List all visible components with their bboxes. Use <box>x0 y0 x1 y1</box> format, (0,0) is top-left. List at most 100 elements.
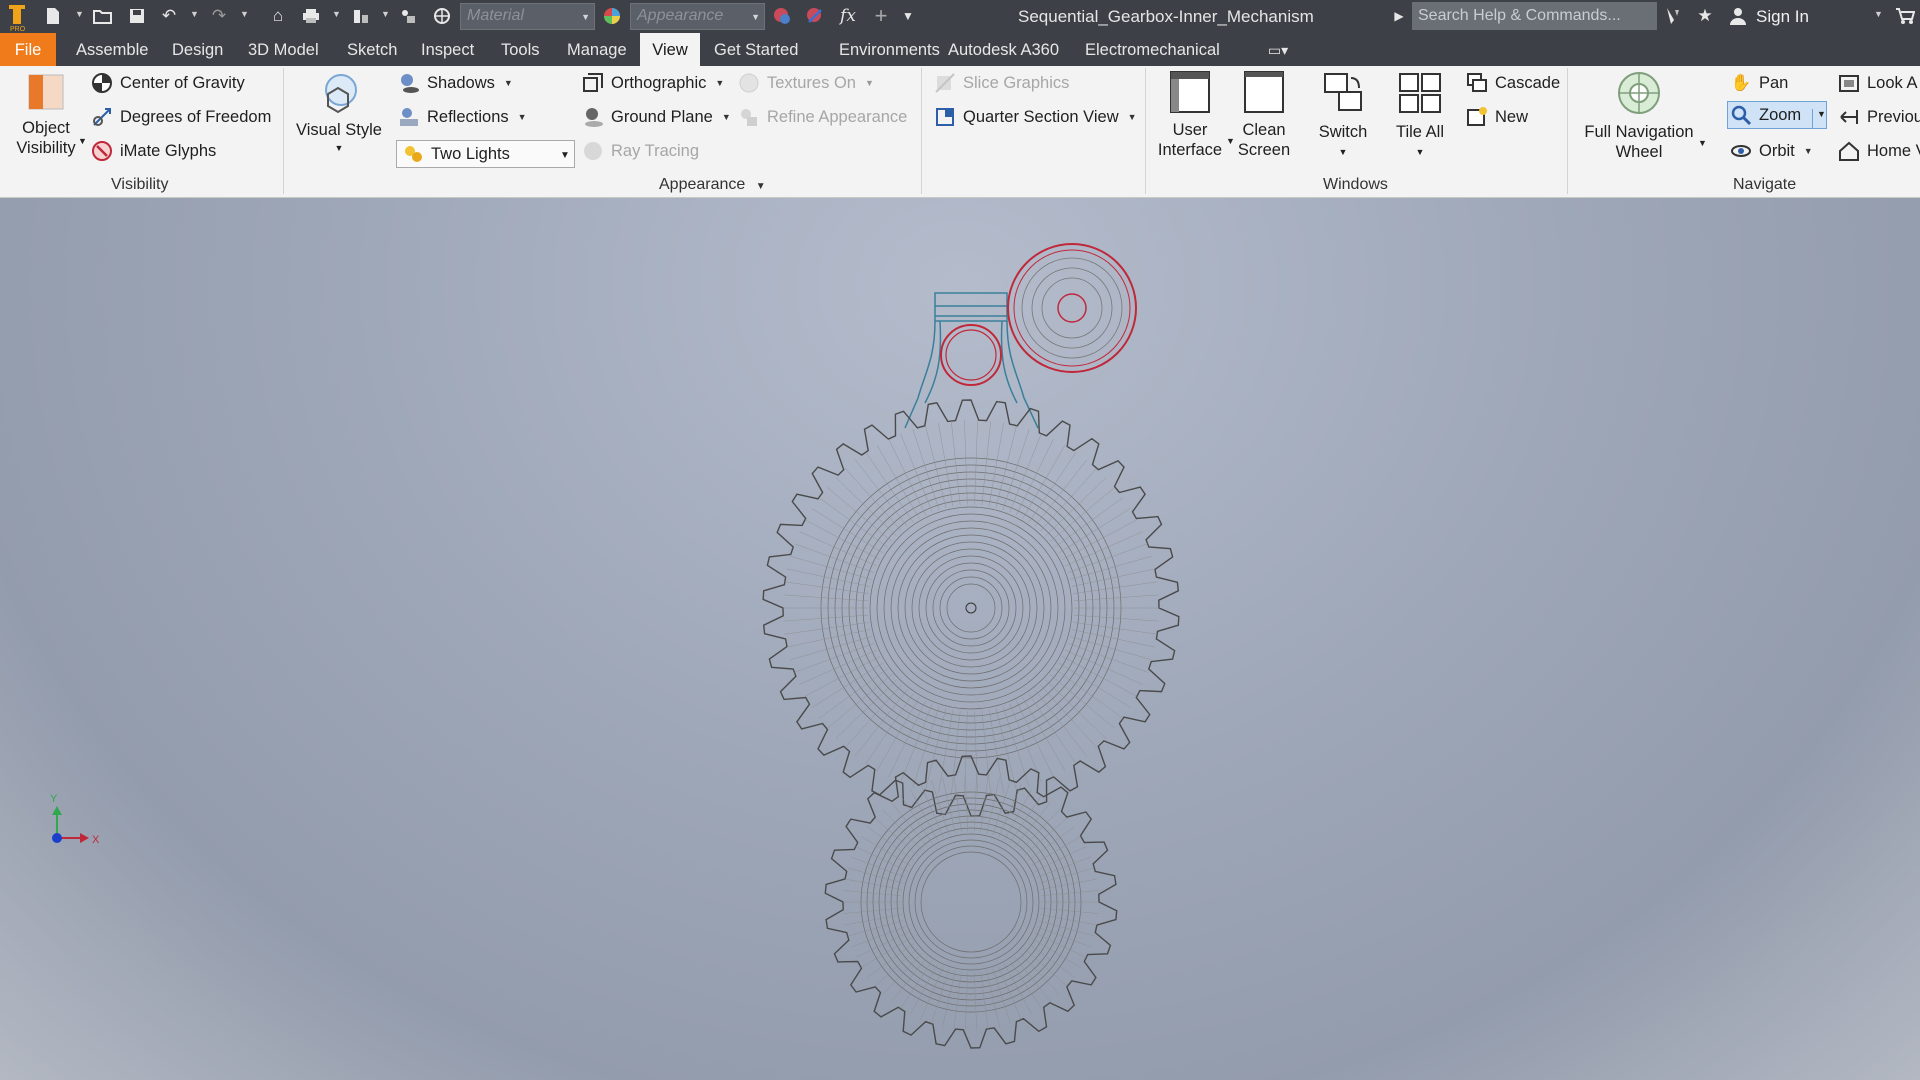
clear-appearance-icon[interactable] <box>804 5 826 27</box>
print-dropdown-chevron-icon[interactable]: ▼ <box>332 9 341 19</box>
tab-assemble[interactable]: Assemble <box>76 33 148 66</box>
reflections-chevron-down-icon[interactable]: ▼ <box>518 112 527 122</box>
material-chevron-down-icon[interactable]: ▼ <box>581 12 590 22</box>
user-interface-button[interactable]: User Interface <box>1152 70 1228 160</box>
measure-dropdown-chevron-icon[interactable]: ▼ <box>381 9 390 19</box>
tab-3d-model[interactable]: 3D Model <box>248 33 319 66</box>
material-combo[interactable]: Material ▼ <box>460 3 595 30</box>
textures-chevron-down-icon[interactable]: ▼ <box>865 78 874 88</box>
lighting-style-value[interactable]: Two Lights <box>402 141 510 167</box>
ray-tracing-button[interactable]: Ray Tracing <box>582 138 699 164</box>
zoom-chevron-down-icon[interactable]: ▼ <box>1812 109 1826 129</box>
plus-icon[interactable]: + <box>870 3 892 28</box>
new-icon[interactable] <box>42 5 64 27</box>
adjust-appearance-icon[interactable] <box>771 5 793 27</box>
cart-icon[interactable] <box>1894 5 1916 27</box>
tab-autodesk-a360[interactable]: Autodesk A360 <box>948 33 1059 66</box>
appearance-swatch-icon[interactable] <box>601 5 623 27</box>
reflections-dropdown[interactable]: Reflections ▼ <box>398 104 527 130</box>
sign-in-link[interactable]: Sign In <box>1756 7 1809 27</box>
ribbon-display-toggle-icon[interactable]: ▭▾ <box>1262 39 1294 61</box>
look-at-button[interactable]: Look A <box>1838 70 1917 96</box>
gearbox-wireframe-model[interactable]: X Y <box>0 198 1920 1080</box>
orthographic-chevron-down-icon[interactable]: ▼ <box>715 78 724 88</box>
redo-icon[interactable]: ↷ <box>208 5 230 27</box>
lower-gear-part[interactable] <box>824 755 1118 1049</box>
tab-file[interactable]: File <box>0 33 56 66</box>
appearance-chevron-down-icon[interactable]: ▼ <box>751 12 760 22</box>
lighting-chevron-down-icon[interactable]: ▼ <box>560 150 570 161</box>
orbit-button[interactable]: Orbit ▼ <box>1730 138 1813 164</box>
function-icon[interactable]: fx <box>837 5 859 27</box>
save-icon[interactable] <box>126 5 148 27</box>
cascade-button[interactable]: Cascade <box>1466 70 1560 96</box>
ground-plane-dropdown[interactable]: Ground Plane ▼ <box>582 104 731 130</box>
tab-environments[interactable]: Get Started <box>714 33 798 66</box>
tile-all-chevron-down-icon[interactable]: ▼ <box>1386 142 1454 162</box>
visual-style-chevron-down-icon[interactable]: ▼ <box>292 138 386 158</box>
home-view-button[interactable]: Home V <box>1838 138 1920 164</box>
undo-icon[interactable]: ↶ <box>158 5 180 27</box>
slice-graphics-button[interactable]: Slice Graphics <box>934 70 1069 96</box>
new-window-button[interactable]: New <box>1466 104 1528 130</box>
ground-plane-chevron-down-icon[interactable]: ▼ <box>722 112 731 122</box>
quarter-section-view-dropdown[interactable]: Quarter Section View ▼ <box>934 104 1137 130</box>
shift-fork-part[interactable] <box>904 292 1039 429</box>
help-search-input[interactable]: Search Help & Commands... <box>1412 2 1657 30</box>
pan-button[interactable]: ✋ Pan <box>1730 70 1789 96</box>
textures-on-dropdown[interactable]: Textures On ▼ <box>738 70 874 96</box>
undo-dropdown-chevron-icon[interactable]: ▼ <box>190 9 199 19</box>
inventor-logo-icon[interactable]: PRO <box>4 2 30 32</box>
print-icon[interactable] <box>300 5 322 27</box>
customize-chevron-down-icon[interactable]: ▼ <box>897 5 919 27</box>
measure-icon[interactable] <box>350 5 372 27</box>
refine-appearance-button[interactable]: Refine Appearance <box>738 104 907 130</box>
switch-button[interactable]: Switch ▼ <box>1310 70 1376 162</box>
appearance-panel-chevron-down-icon[interactable]: ▼ <box>756 181 766 192</box>
degrees-of-freedom-toggle[interactable]: Degrees of Freedom <box>91 104 271 130</box>
imate-glyphs-toggle[interactable]: iMate Glyphs <box>91 138 216 164</box>
zoom-button[interactable]: Zoom <box>1730 102 1801 128</box>
appearance-panel-title[interactable]: Appearance ▼ <box>659 176 766 194</box>
tab-get-started[interactable]: Environments <box>839 33 940 66</box>
sign-in-chevron-down-icon[interactable]: ▼ <box>1874 9 1883 19</box>
tab-design[interactable]: Design <box>172 33 223 66</box>
selected-idler-gear[interactable] <box>1007 243 1137 373</box>
appearance-combo[interactable]: Appearance ▼ <box>630 3 765 30</box>
orthographic-dropdown[interactable]: Orthographic ▼ <box>582 70 724 96</box>
navigation-wheel-chevron-down-icon[interactable]: ▼ <box>1698 138 1707 148</box>
visual-style-button[interactable]: Visual Style ▼ <box>292 72 386 158</box>
shadows-dropdown[interactable]: Shadows ▼ <box>398 70 513 96</box>
expand-right-chevron-icon[interactable]: ▶ <box>1388 5 1410 27</box>
center-of-gravity-toggle[interactable]: Center of Gravity <box>91 70 245 96</box>
full-navigation-wheel-button[interactable]: Full Navigation Wheel <box>1578 70 1700 162</box>
textures-on-label: Textures On <box>767 73 856 92</box>
binoculars-icon[interactable] <box>1662 5 1684 27</box>
previous-view-button[interactable]: Previou <box>1838 104 1920 130</box>
switch-chevron-down-icon[interactable]: ▼ <box>1310 142 1376 162</box>
tile-all-button[interactable]: Tile All ▼ <box>1386 70 1454 162</box>
open-folder-icon[interactable] <box>92 5 114 27</box>
orbit-chevron-down-icon[interactable]: ▼ <box>1804 146 1813 156</box>
new-dropdown-chevron-icon[interactable]: ▼ <box>75 9 84 19</box>
home-icon[interactable]: ⌂ <box>267 5 289 27</box>
object-visibility-button[interactable]: Object Visibility <box>10 72 82 158</box>
web-icon[interactable] <box>431 5 453 27</box>
tab-sketch[interactable]: Sketch <box>347 33 397 66</box>
shadows-chevron-down-icon[interactable]: ▼ <box>504 78 513 88</box>
tab-inspect[interactable]: Inspect <box>421 33 474 66</box>
object-visibility-chevron-down-icon[interactable]: ▼ <box>78 136 87 146</box>
redo-dropdown-chevron-icon[interactable]: ▼ <box>240 9 249 19</box>
graphics-viewport[interactable]: X Y <box>0 198 1920 1080</box>
tab-electromechanical[interactable]: Electromechanical <box>1085 33 1220 66</box>
tab-view[interactable]: View <box>640 33 700 66</box>
large-gear-part[interactable] <box>762 399 1180 817</box>
project-icon[interactable] <box>397 5 419 27</box>
clean-screen-button[interactable]: Clean Screen <box>1232 70 1296 160</box>
quarter-section-chevron-down-icon[interactable]: ▼ <box>1128 112 1137 122</box>
clean-screen-icon <box>1244 71 1284 113</box>
tab-tools[interactable]: Tools <box>501 33 540 66</box>
tab-manage[interactable]: Manage <box>567 33 627 66</box>
favorites-star-icon[interactable]: ★ <box>1694 5 1716 27</box>
selected-ring-part[interactable] <box>940 324 1002 386</box>
